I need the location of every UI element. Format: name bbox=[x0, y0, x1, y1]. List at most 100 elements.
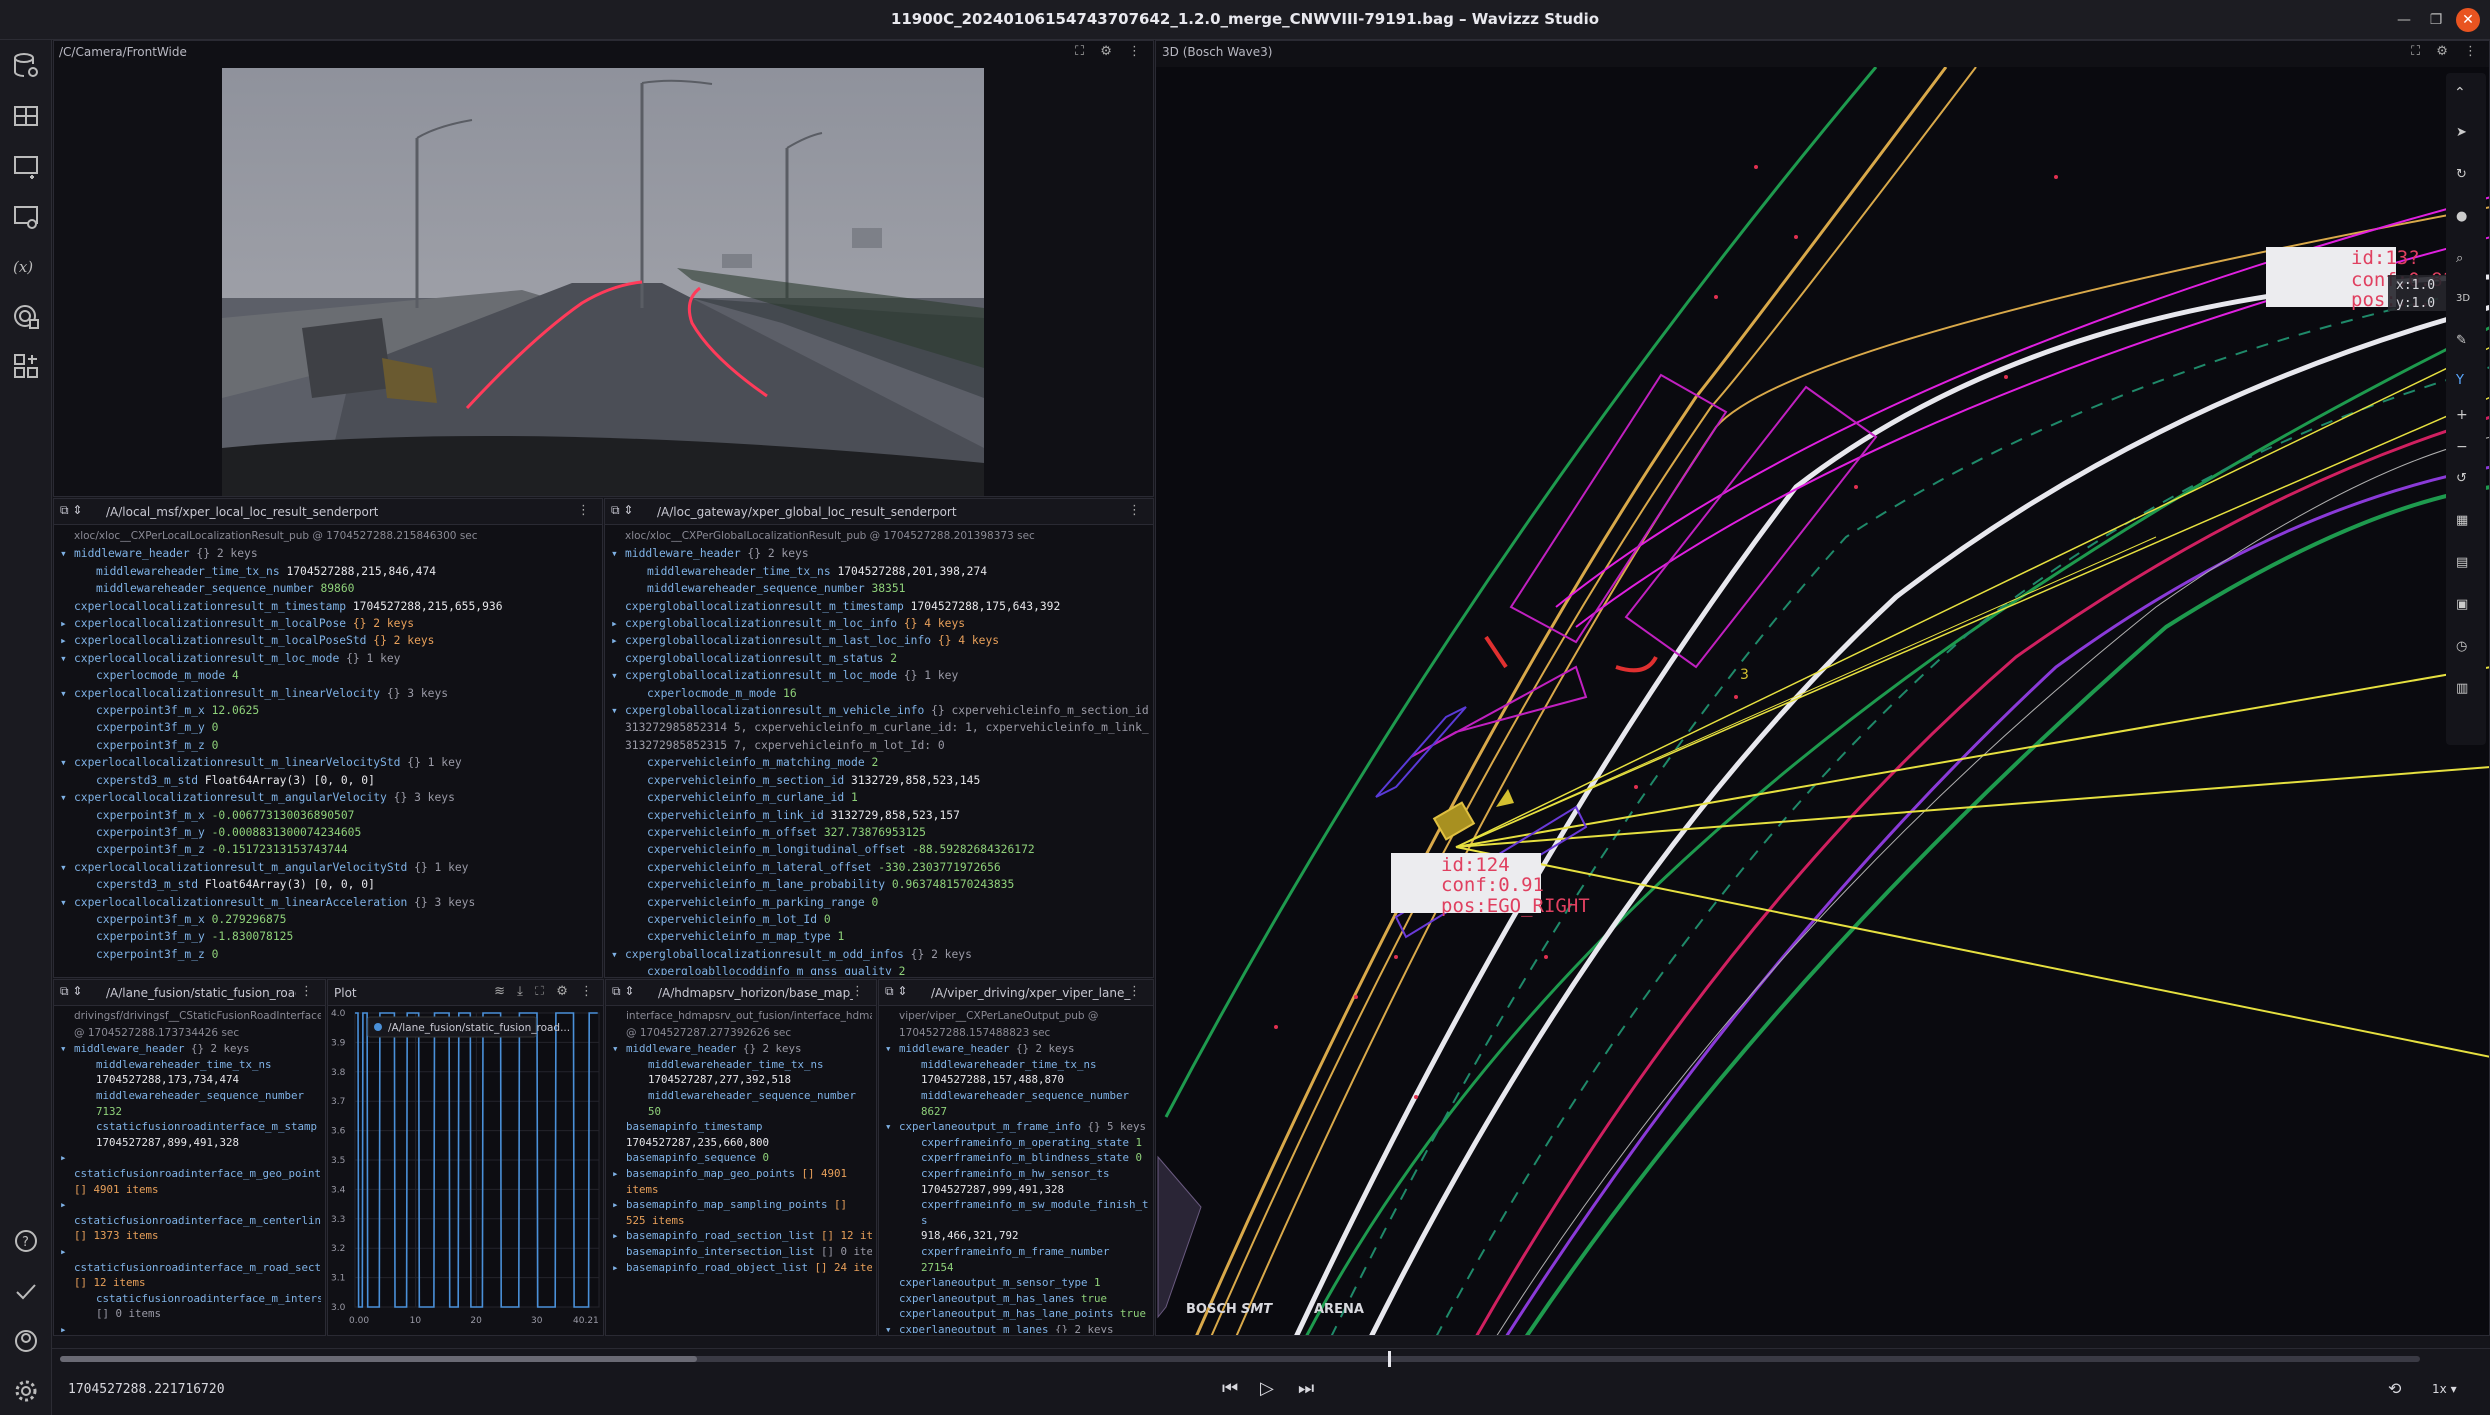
tree-row[interactable]: ▸ bbox=[60, 1244, 321, 1260]
expanded-chevron-icon[interactable]: ▾ bbox=[60, 894, 74, 911]
tree-row[interactable]: ▸ cxperlocallocalizationresult_m_localPos… bbox=[60, 615, 598, 632]
reset-view-icon[interactable]: ↺ bbox=[2456, 471, 2467, 486]
panel-global-loc-topic[interactable]: /A/loc_gateway/xper_global_loc_result_se… bbox=[657, 505, 957, 519]
tree-row[interactable]: ▾ middleware_header {} 2 keys bbox=[60, 545, 598, 562]
tree-row[interactable]: ▾ cxpergloballocalizationresult_m_vehicle… bbox=[611, 702, 1149, 719]
panel-menu-icon[interactable]: ⋮ bbox=[1128, 503, 1147, 518]
rotate-icon[interactable]: ↻ bbox=[2456, 167, 2467, 182]
tree-row[interactable]: ▸ cxpergloballocalizationresult_m_last_lo… bbox=[611, 632, 1149, 649]
timeline-track[interactable] bbox=[60, 1351, 2420, 1367]
tree-row[interactable]: ▸basemapinfo_road_object_list [] 24 item… bbox=[612, 1260, 872, 1276]
tree-row[interactable]: ▸ bbox=[60, 1150, 321, 1166]
collapsed-chevron-icon[interactable]: ▸ bbox=[612, 1166, 626, 1182]
collapsed-chevron-icon[interactable]: ▸ bbox=[60, 632, 74, 649]
expanded-chevron-icon[interactable]: ▾ bbox=[885, 1119, 899, 1135]
zoom-out-icon[interactable]: − bbox=[2456, 439, 2468, 455]
expanded-chevron-icon[interactable]: ▾ bbox=[611, 545, 625, 562]
layout-grid-icon[interactable] bbox=[10, 100, 42, 132]
panel-local-loc-topic[interactable]: /A/local_msf/xper_local_loc_result_sende… bbox=[106, 505, 378, 519]
panel-hdmap-topic[interactable]: /A/hdmapsrv_horizon/base_map_ bbox=[658, 986, 853, 1000]
speed-select[interactable]: 1x ▾ bbox=[2432, 1382, 2457, 1396]
tree-row[interactable]: ▾ cxperlocallocalizationresult_m_linearVe… bbox=[60, 754, 598, 771]
tree-row[interactable]: ▾ cxperlaneoutput_m_frame_info {} 5 keys bbox=[885, 1119, 1149, 1135]
collapse-icon[interactable]: ⌃ bbox=[2454, 85, 2466, 101]
trash-icon[interactable]: ▥ bbox=[2456, 681, 2468, 696]
expanded-chevron-icon[interactable]: ▾ bbox=[611, 946, 625, 963]
plot-toolbar-icons[interactable]: ≋ ⤓ ⛶ ⚙ ⋮ bbox=[494, 984, 597, 999]
camera-panel-menu-icon[interactable]: ⛶ ⚙ ⋮ bbox=[1075, 44, 1147, 59]
collapsed-chevron-icon[interactable]: ▸ bbox=[60, 1197, 74, 1213]
view3d-panel-menu-icon[interactable]: ⛶ ⚙ ⋮ bbox=[2411, 44, 2483, 59]
collapsed-chevron-icon[interactable]: ▸ bbox=[60, 1322, 74, 1333]
expanded-chevron-icon[interactable]: ▾ bbox=[612, 1041, 626, 1057]
zoom-in-icon[interactable]: + bbox=[2456, 407, 2468, 423]
tree-row[interactable]: ▸basemapinfo_road_section_list [] 12 ite… bbox=[612, 1228, 872, 1244]
check-icon[interactable] bbox=[10, 1275, 42, 1307]
collapsed-chevron-icon[interactable]: ▸ bbox=[611, 615, 625, 632]
tree-row[interactable]: ▾ cxperlocallocalizationresult_m_angularV… bbox=[60, 859, 598, 876]
add-panel-icon[interactable] bbox=[10, 150, 42, 182]
raw-message-icon[interactable]: ⧉ ⇕ bbox=[885, 984, 907, 999]
raw-message-icon[interactable]: ⧉ ⇕ bbox=[60, 984, 82, 999]
expanded-chevron-icon[interactable]: ▾ bbox=[60, 545, 74, 562]
close-icon[interactable]: ✕ bbox=[2456, 8, 2480, 32]
tree-row[interactable]: ▾ cxpergloballocalizationresult_m_odd_inf… bbox=[611, 946, 1149, 963]
expanded-chevron-icon[interactable]: ▾ bbox=[885, 1041, 899, 1057]
collapsed-chevron-icon[interactable]: ▸ bbox=[60, 1150, 74, 1166]
scene-3d[interactable]: id:13?conf:0.8?pos:... id:124conf:0.91po… bbox=[1156, 67, 2490, 1336]
gear-icon[interactable] bbox=[10, 1375, 42, 1407]
measure-icon[interactable]: ✎ bbox=[2456, 333, 2467, 348]
view-3d-button[interactable]: 3D bbox=[2456, 293, 2470, 304]
panel-menu-icon[interactable]: ⋮ bbox=[577, 503, 596, 518]
tree-row[interactable]: ▾ middleware_header {} 2 keys bbox=[60, 1041, 321, 1057]
collapsed-chevron-icon[interactable]: ▸ bbox=[612, 1228, 626, 1244]
tree-row[interactable]: ▾ cxpergloballocalizationresult_m_loc_mod… bbox=[611, 667, 1149, 684]
expanded-chevron-icon[interactable]: ▾ bbox=[611, 667, 625, 684]
timeline-playhead[interactable] bbox=[1387, 1351, 1391, 1367]
raw-message-icon[interactable]: ⧉ ⇕ bbox=[612, 984, 634, 999]
mouse-icon[interactable]: ● bbox=[2456, 209, 2467, 224]
tree-row[interactable]: ▾ middleware_header {} 2 keys bbox=[612, 1041, 872, 1057]
tree-row[interactable]: ▸ cxperlocallocalizationresult_m_localPos… bbox=[60, 632, 598, 649]
panel-lane-fusion-topic[interactable]: /A/lane_fusion/static_fusion_road bbox=[106, 986, 296, 1000]
tree-row[interactable]: ▾ middleware_header {} 2 keys bbox=[885, 1041, 1149, 1057]
restore-icon[interactable]: ❐ bbox=[2424, 8, 2448, 32]
expanded-chevron-icon[interactable]: ▾ bbox=[885, 1322, 899, 1333]
panel-menu-icon[interactable]: ⋮ bbox=[1128, 984, 1147, 999]
pointer-icon[interactable]: ➤ bbox=[2456, 125, 2467, 140]
tree-row[interactable]: ▸ basemapinfo_map_geo_points [] 4901 bbox=[612, 1166, 872, 1182]
extensions-icon[interactable] bbox=[10, 300, 42, 332]
panel-settings-icon[interactable] bbox=[10, 200, 42, 232]
grid-icon[interactable]: ▤ bbox=[2456, 555, 2468, 570]
tree-row[interactable]: ▸ bbox=[60, 1322, 321, 1333]
tree-row[interactable]: ▸ basemapinfo_map_sampling_points [] bbox=[612, 1197, 872, 1213]
help-icon[interactable]: ? bbox=[10, 1225, 42, 1257]
tree-row[interactable]: ▾ cxperlocallocalizationresult_m_linearVe… bbox=[60, 685, 598, 702]
minimize-icon[interactable]: — bbox=[2392, 8, 2416, 32]
add-extension-icon[interactable] bbox=[10, 350, 42, 382]
expanded-chevron-icon[interactable]: ▾ bbox=[60, 650, 74, 667]
search-view-icon[interactable]: ⌕ bbox=[2456, 251, 2463, 266]
map-icon[interactable]: ▦ bbox=[2456, 513, 2468, 528]
expanded-chevron-icon[interactable]: ▾ bbox=[611, 702, 625, 719]
plot-chart[interactable]: 4.0 3.9 3.8 3.7 3.6 3.5 3.4 3.3 3.2 3.1 3.0 0.00 10… bbox=[328, 1007, 603, 1335]
tree-row[interactable]: ▸ cxpergloballocalizationresult_m_loc_inf… bbox=[611, 615, 1149, 632]
clock-icon[interactable]: ◷ bbox=[2456, 639, 2467, 654]
tree-row[interactable]: ▾ cxperlocallocalizationresult_m_angularV… bbox=[60, 789, 598, 806]
skip-back-icon[interactable]: ⏮ bbox=[1222, 1378, 1238, 1399]
expanded-chevron-icon[interactable]: ▾ bbox=[60, 859, 74, 876]
tree-row[interactable]: ▾ cxperlaneoutput_m_lanes {} 2 keys bbox=[885, 1322, 1149, 1333]
expanded-chevron-icon[interactable]: ▾ bbox=[60, 1041, 74, 1057]
image-icon[interactable]: ▣ bbox=[2456, 597, 2468, 612]
collapsed-chevron-icon[interactable]: ▸ bbox=[60, 1244, 74, 1260]
tree-row[interactable]: ▾ cxperlocallocalizationresult_m_loc_mode… bbox=[60, 650, 598, 667]
skip-forward-icon[interactable]: ⏭ bbox=[1298, 1378, 1314, 1399]
variables-icon[interactable]: (x) bbox=[10, 250, 42, 282]
panel-menu-icon[interactable]: ⋮ bbox=[300, 984, 319, 999]
panel-viper-topic[interactable]: /A/viper_driving/xper_viper_lane_ bbox=[931, 986, 1131, 1000]
tree-row[interactable]: ▾ middleware_header {} 2 keys bbox=[611, 545, 1149, 562]
collapsed-chevron-icon[interactable]: ▸ bbox=[611, 632, 625, 649]
play-icon[interactable]: ▷ bbox=[1260, 1378, 1274, 1399]
pin-icon[interactable]: Y bbox=[2456, 373, 2464, 388]
raw-message-icon[interactable]: ⧉ ⇕ bbox=[60, 503, 82, 518]
